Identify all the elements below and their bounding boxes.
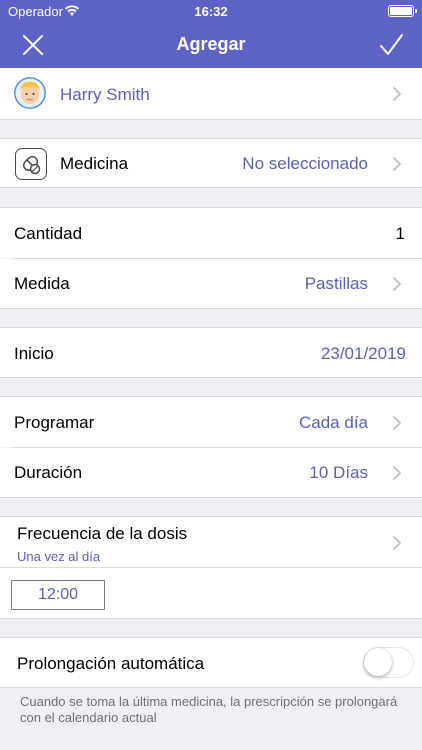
duration-value: 10 Días (309, 463, 368, 482)
auto-extend-label: Prolongación automática (17, 654, 205, 673)
profile-row[interactable]: Harry Smith (0, 68, 422, 120)
frequency-row[interactable]: Frecuencia de la dosis Una vez al día (0, 516, 422, 568)
measure-value: Pastillas (304, 274, 368, 293)
schedule-label: Programar (14, 413, 95, 432)
start-date-row[interactable]: Inicio 23/01/2019 (0, 327, 422, 378)
page-title: Agregar (176, 34, 246, 54)
duration-label: Duración (14, 463, 83, 482)
auto-extend-note: Cuando se toma la última medicina, la pr… (20, 694, 398, 725)
schedule-row[interactable]: Programar Cada día (0, 396, 422, 447)
pills-icon (15, 148, 47, 180)
checkmark-icon (380, 34, 403, 55)
chevron-right-icon (393, 87, 401, 101)
frequency-subtitle: Una vez al día (17, 549, 101, 564)
top-bar: Operador 16:32 Agregar (0, 0, 422, 68)
clock: 16:32 (194, 4, 228, 19)
measure-row[interactable]: Medida Pastillas (0, 259, 422, 309)
chevron-right-icon (393, 416, 401, 430)
auto-extend-toggle[interactable] (363, 647, 414, 678)
duration-row[interactable]: Duración 10 Días (0, 448, 422, 498)
navigation-bar: Agregar (0, 22, 422, 68)
chevron-right-icon (393, 277, 401, 291)
quantity-label: Cantidad (14, 224, 83, 243)
chevron-right-icon (393, 157, 401, 171)
toggle-knob (364, 648, 392, 676)
battery-icon (388, 5, 417, 17)
chevron-right-icon (393, 466, 401, 480)
quantity-value[interactable]: 1 (396, 224, 405, 244)
frequency-label: Frecuencia de la dosis (17, 524, 188, 543)
chevron-right-icon (393, 536, 401, 550)
dose-time-row: 12:00 (0, 568, 422, 619)
avatar (14, 77, 46, 109)
quantity-row[interactable]: Cantidad 1 (0, 207, 422, 258)
start-date-value[interactable]: 23/01/2019 (321, 344, 406, 364)
measure-label: Medida (14, 274, 70, 293)
medicine-row[interactable]: Medicina No seleccionado (0, 138, 422, 188)
schedule-value: Cada día (299, 413, 368, 432)
medicine-label: Medicina (60, 154, 129, 173)
confirm-button[interactable] (378, 32, 404, 58)
auto-extend-row: Prolongación automática (0, 637, 422, 688)
start-label: Inicio (14, 344, 54, 363)
status-bar: Operador 16:32 (0, 0, 422, 22)
medicine-value: No seleccionado (242, 154, 368, 173)
dose-time-field[interactable]: 12:00 (11, 580, 105, 610)
profile-name: Harry Smith (60, 85, 150, 104)
